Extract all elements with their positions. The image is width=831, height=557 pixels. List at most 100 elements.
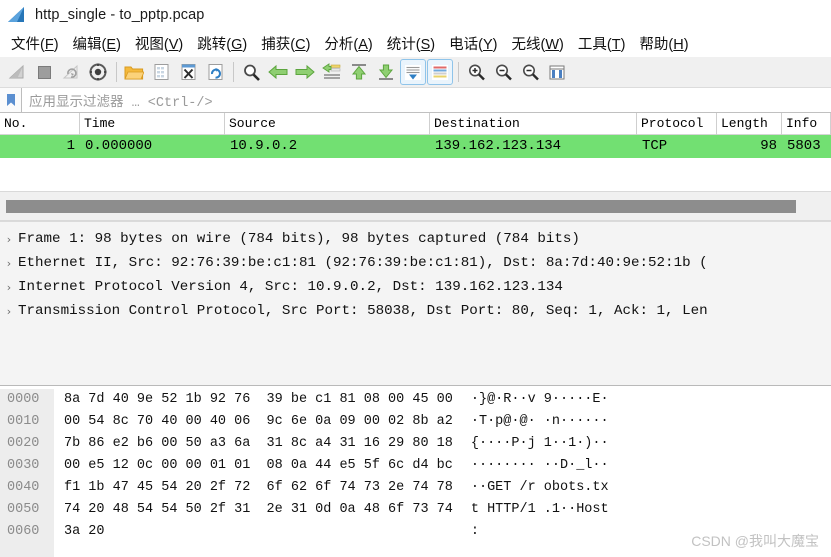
column-header-length[interactable]: Length <box>717 112 782 135</box>
hex-offset-3: 0020 <box>7 436 40 451</box>
menu-item-5[interactable]: 捕获(C) <box>254 31 317 57</box>
hex-bytes-5: f1 1b 47 45 54 20 2f 72 6f 62 6f 74 73 2… <box>64 480 453 495</box>
open-file-icon[interactable] <box>121 59 147 85</box>
zoom-reset-icon[interactable] <box>517 59 543 85</box>
hex-offset-7: 0060 <box>7 524 40 539</box>
hex-offset-column: 0000 0010 0020 0030 0040 0050 0060 <box>0 389 54 557</box>
go-to-packet-icon[interactable] <box>319 59 345 85</box>
start-capture-icon[interactable] <box>4 59 30 85</box>
hex-bytes-4: 00 e5 12 0c 00 00 01 01 08 0a 44 e5 5f 6… <box>64 458 453 473</box>
hex-offset-4: 0030 <box>7 458 40 473</box>
hex-bytes-7: 3a 20 <box>64 524 105 539</box>
column-header-no[interactable]: No. <box>0 112 80 135</box>
menu-item-2[interactable]: 编辑(E) <box>66 31 128 57</box>
find-packet-icon[interactable] <box>238 59 264 85</box>
main-toolbar <box>0 57 831 88</box>
colorize-packets-icon[interactable] <box>427 59 453 85</box>
cell-info: 5803 <box>787 138 821 154</box>
hex-bytes-1: 8a 7d 40 9e 52 1b 92 76 39 be c1 81 08 0… <box>64 392 453 407</box>
table-row[interactable]: 1 0.000000 10.9.0.2 139.162.123.134 TCP … <box>0 135 831 158</box>
hex-offset-2: 0010 <box>7 414 40 429</box>
packet-detail-pane: › Frame 1: 98 bytes on wire (784 bits), 9… <box>0 221 831 385</box>
detail-row-label: Transmission Control Protocol, Src Port:… <box>18 303 708 319</box>
scrollbar-track[interactable] <box>6 199 825 213</box>
close-file-icon[interactable] <box>175 59 201 85</box>
chevron-right-icon[interactable]: › <box>0 257 18 270</box>
packet-list: No. Time Source Destination Protocol Len… <box>0 112 831 191</box>
menu-item-6[interactable]: 分析(A) <box>317 31 379 57</box>
zoom-out-icon[interactable] <box>490 59 516 85</box>
hex-ascii-2: ·T·p@·@· ·n······ <box>470 414 609 429</box>
go-forward-icon[interactable] <box>292 59 318 85</box>
column-header-time[interactable]: Time <box>80 112 225 135</box>
window-title: http_single - to_pptp.pcap <box>35 6 205 23</box>
hex-ascii-5: ··GET /r obots.tx <box>470 480 609 495</box>
column-header-destination[interactable]: Destination <box>430 112 637 135</box>
hex-body: 8a 7d 40 9e 52 1b 92 76 39 be c1 81 08 0… <box>54 389 831 557</box>
detail-row-label: Internet Protocol Version 4, Src: 10.9.0… <box>18 279 563 295</box>
chevron-right-icon[interactable]: › <box>0 233 18 246</box>
hex-bytes-2: 00 54 8c 70 40 00 40 06 9c 6e 0a 09 00 0… <box>64 414 453 429</box>
go-back-icon[interactable] <box>265 59 291 85</box>
resize-columns-icon[interactable] <box>544 59 570 85</box>
cell-protocol: TCP <box>642 138 668 154</box>
packet-list-empty-area <box>0 158 831 191</box>
hex-ascii-7: : <box>470 524 488 539</box>
go-to-last-packet-icon[interactable] <box>373 59 399 85</box>
toolbar-separator <box>116 62 117 82</box>
restart-capture-icon[interactable] <box>58 59 84 85</box>
zoom-in-icon[interactable] <box>463 59 489 85</box>
wireshark-window: http_single - to_pptp.pcap 文件(F) 编辑(E) 视图(… <box>0 0 831 557</box>
detail-row-4[interactable]: › Transmission Control Protocol, Src Port… <box>0 299 831 323</box>
stop-capture-icon[interactable] <box>31 59 57 85</box>
column-header-protocol[interactable]: Protocol <box>637 112 717 135</box>
hex-ascii-column[interactable]: ·}@·R··v 9·····E· ·T·p@·@· ·n······ {····P… <box>453 389 609 557</box>
hex-bytes-column[interactable]: 8a 7d 40 9e 52 1b 92 76 39 be c1 81 08 0… <box>54 389 453 557</box>
chevron-right-icon[interactable]: › <box>0 305 18 318</box>
menu-item-3[interactable]: 视图(V) <box>128 31 190 57</box>
menu-item-4[interactable]: 跳转(G) <box>190 31 254 57</box>
scrollbar-thumb[interactable] <box>6 199 797 213</box>
cell-no: 1 <box>66 138 75 154</box>
menu-item-11[interactable]: 帮助(H) <box>632 31 695 57</box>
column-header-info[interactable]: Info <box>782 112 831 135</box>
detail-row-1[interactable]: › Frame 1: 98 bytes on wire (784 bits), 9… <box>0 227 831 251</box>
menu-item-8[interactable]: 电话(Y) <box>442 31 504 57</box>
menu-bar: 文件(F) 编辑(E) 视图(V) 跳转(G) 捕获(C) 分析(A) 统计(S) 电话(Y)… <box>0 30 831 57</box>
cell-destination: 139.162.123.134 <box>435 138 562 154</box>
hex-ascii-1: ·}@·R··v 9·····E· <box>470 392 609 407</box>
wireshark-shark-fin-icon <box>8 6 24 22</box>
menu-item-1[interactable]: 文件(F) <box>4 31 66 57</box>
hex-ascii-6: t HTTP/1 .1··Host <box>470 502 609 517</box>
hex-offset-1: 0000 <box>7 392 40 407</box>
cell-time: 0.000000 <box>85 138 153 154</box>
detail-row-3[interactable]: › Internet Protocol Version 4, Src: 10.9.… <box>0 275 831 299</box>
reload-file-icon[interactable] <box>202 59 228 85</box>
display-filter-input[interactable]: 应用显示过滤器 … <Ctrl-/> <box>22 88 831 112</box>
title-bar: http_single - to_pptp.pcap <box>0 0 831 30</box>
menu-item-10[interactable]: 工具(T) <box>571 31 633 57</box>
menu-item-7[interactable]: 统计(S) <box>380 31 442 57</box>
hex-ascii-4: ········ ··D·_l·· <box>470 458 609 473</box>
cell-source: 10.9.0.2 <box>230 138 298 154</box>
toolbar-separator <box>458 62 459 82</box>
cell-length: 98 <box>760 138 777 154</box>
hex-bytes-3: 7b 86 e2 b6 00 50 a3 6a 31 8c a4 31 16 2… <box>64 436 453 451</box>
detail-row-label: Frame 1: 98 bytes on wire (784 bits), 98… <box>18 231 580 247</box>
go-to-first-packet-icon[interactable] <box>346 59 372 85</box>
filter-bookmark-icon[interactable] <box>0 88 22 112</box>
capture-options-icon[interactable] <box>85 59 111 85</box>
hex-offset-6: 0050 <box>7 502 40 517</box>
hex-bytes-6: 74 20 48 54 54 50 2f 31 2e 31 0d 0a 48 6… <box>64 502 453 517</box>
packet-bytes-pane: 0000 0010 0020 0030 0040 0050 0060 8a 7d 40 9e… <box>0 385 831 557</box>
detail-row-2[interactable]: › Ethernet II, Src: 92:76:39:be:c1:81 (92… <box>0 251 831 275</box>
menu-item-9[interactable]: 无线(W) <box>504 31 570 57</box>
display-filter-bar: 应用显示过滤器 … <Ctrl-/> <box>0 88 831 113</box>
chevron-right-icon[interactable]: › <box>0 281 18 294</box>
column-header-source[interactable]: Source <box>225 112 430 135</box>
hex-offset-5: 0040 <box>7 480 40 495</box>
packet-list-scrollbar[interactable] <box>0 191 831 221</box>
save-file-icon[interactable] <box>148 59 174 85</box>
auto-scroll-icon[interactable] <box>400 59 426 85</box>
packet-list-header: No. Time Source Destination Protocol Len… <box>0 112 831 135</box>
